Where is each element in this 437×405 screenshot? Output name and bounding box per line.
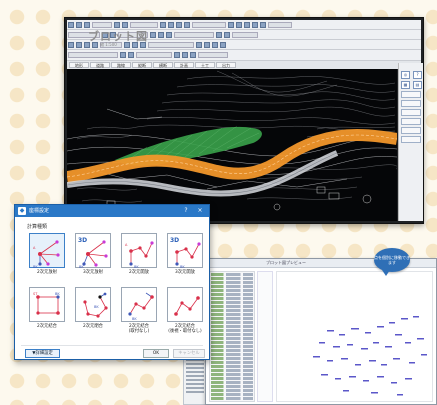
calc-type-2d-connect[interactable]: ST BK xyxy=(29,287,65,322)
plot-title: ブロット図 xyxy=(88,30,148,43)
calc-type-caption: 2次元結合 xyxy=(37,324,57,329)
dialog-titlebar: ◆ 座標設定 ? × xyxy=(15,205,209,217)
section-label: 計算種類 xyxy=(27,224,48,230)
cad-tab[interactable]: 縦断 xyxy=(132,62,152,68)
cad-drawing-canvas[interactable] xyxy=(66,69,398,221)
panel-command-button[interactable] xyxy=(401,136,421,143)
cad-tab[interactable]: 地形 xyxy=(69,62,89,68)
plot-point-group xyxy=(313,316,427,396)
svg-text:BK: BK xyxy=(79,265,84,269)
svg-text:BK: BK xyxy=(132,317,137,321)
panel-help-icon[interactable]: ? xyxy=(413,71,422,79)
radial-2d-icon: A BK xyxy=(33,240,60,269)
svg-text:A: A xyxy=(125,243,128,247)
cad-tab[interactable]: 路線 xyxy=(111,62,131,68)
svg-text:3D: 3D xyxy=(170,237,179,244)
advanced-settings-button[interactable]: ▼詳細設定 xyxy=(25,349,60,358)
svg-text:BK: BK xyxy=(180,265,185,269)
calc-type-caption: 2次元放射 xyxy=(37,270,57,275)
calc-type-2d-open[interactable]: A BK xyxy=(121,233,157,269)
svg-text:BK: BK xyxy=(55,292,60,296)
cad-window: 地形 道路 路線 縦断 横断 計画 土工 出力 ◎ ? ▦ ▤ xyxy=(64,17,424,224)
cad-toolbar-4[interactable] xyxy=(67,50,421,61)
calc-type-caption: 2次元結合 (取付なし) xyxy=(128,324,150,334)
calc-type-2d-radial[interactable]: A BK xyxy=(29,233,65,269)
cad-tab-bar: 地形 道路 路線 縦断 横断 計画 土工 出力 xyxy=(67,61,421,69)
closed-traverse-2d-icon: BK xyxy=(83,292,108,318)
calc-type-caption: 2次元閉合 xyxy=(83,324,103,329)
svg-text:3D: 3D xyxy=(78,237,87,244)
cad-right-panel: ◎? ▦ ▤ xyxy=(398,63,423,221)
cad-tab[interactable]: 道路 xyxy=(90,62,110,68)
plot-window: ブロット図プレビュー xyxy=(205,258,437,405)
cad-tab[interactable]: 計画 xyxy=(174,62,194,68)
close-button[interactable]: × xyxy=(193,205,207,217)
radial-3d-icon: 3D BK xyxy=(78,237,108,269)
plot-scale: 縮 1:500 xyxy=(100,42,117,47)
open-traverse-2d-icon: A BK xyxy=(125,241,154,269)
plot-vertical-ruler xyxy=(257,271,273,402)
dialog-separator xyxy=(21,345,203,346)
connect-no-backsight-icon xyxy=(174,296,200,316)
svg-text:A: A xyxy=(33,246,36,250)
panel-command-button[interactable] xyxy=(401,127,421,134)
panel-command-button[interactable] xyxy=(401,118,421,125)
panel-command-button[interactable] xyxy=(401,109,421,116)
cad-tab[interactable]: 横断 xyxy=(153,62,173,68)
cancel-button[interactable]: キャンセル xyxy=(173,349,205,358)
plot-sheet[interactable] xyxy=(276,271,433,402)
connect-2d-icon: ST BK xyxy=(33,292,60,315)
calc-type-caption: 2次元結合 (後視・取付なし) xyxy=(168,324,202,334)
calc-type-caption: 3次元放射 xyxy=(83,270,103,275)
panel-tool-icon[interactable]: ▦ xyxy=(401,81,410,89)
cad-tab[interactable]: 出力 xyxy=(216,62,236,68)
calc-type-2d-closed[interactable]: BK xyxy=(75,287,111,322)
cad-tab[interactable]: 土工 xyxy=(195,62,215,68)
calc-type-2d-connect-no-attach[interactable]: BK xyxy=(121,287,157,322)
svg-text:BK: BK xyxy=(134,265,139,269)
coordinate-table[interactable] xyxy=(209,271,255,402)
panel-globe-icon[interactable]: ◎ xyxy=(401,71,410,79)
coordinate-settings-dialog: ◆ 座標設定 ? × 計算種類 A BK 3D BK A BK 3D BK 2次… xyxy=(14,204,210,360)
calc-type-3d-open[interactable]: 3D BK xyxy=(167,233,203,269)
open-traverse-3d-icon: 3D BK xyxy=(170,237,201,269)
svg-text:BK: BK xyxy=(94,305,99,309)
ok-button[interactable]: OK xyxy=(143,349,169,358)
panel-layer-icon[interactable]: ▤ xyxy=(413,81,422,89)
calc-type-3d-radial[interactable]: 3D BK xyxy=(75,233,111,269)
plot-points xyxy=(313,316,427,396)
svg-text:BK: BK xyxy=(33,265,38,269)
panel-command-button[interactable] xyxy=(401,100,421,107)
calc-type-caption: 3次元開放 xyxy=(175,270,195,275)
terrain-map-drawing xyxy=(66,70,398,211)
callout-bubble: 点を個別に移動できます xyxy=(374,248,410,276)
calc-type-caption: 2次元開放 xyxy=(129,270,149,275)
help-button[interactable]: ? xyxy=(179,205,193,217)
calc-type-2d-connect-no-backsight[interactable] xyxy=(167,287,203,322)
dialog-title: 座標設定 xyxy=(29,208,50,214)
panel-command-button[interactable] xyxy=(401,91,421,98)
app-icon: ◆ xyxy=(18,207,26,215)
connect-no-attach-icon: BK xyxy=(128,292,154,321)
